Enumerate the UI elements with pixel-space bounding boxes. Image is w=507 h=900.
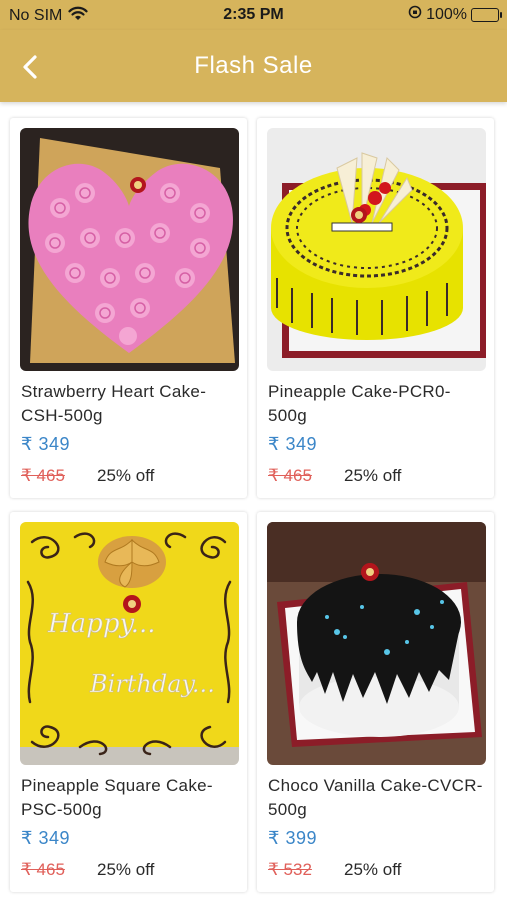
product-old-price: ₹ 465 (268, 466, 312, 485)
product-image[interactable] (267, 128, 486, 371)
product-price: ₹ 349 (268, 434, 317, 454)
product-price: ₹ 349 (21, 434, 70, 454)
product-old-price: ₹ 532 (268, 860, 312, 879)
battery-icon (471, 7, 502, 22)
product-card[interactable]: Choco Vanilla Cake-CVCR-500g ₹ 399 ₹ 532… (257, 512, 494, 892)
product-discount: 25% off (97, 466, 155, 485)
orientation-lock-icon (408, 5, 422, 24)
product-discount: 25% off (344, 466, 402, 485)
product-grid: Strawberry Heart Cake-CSH-500g ₹ 349 ₹ 4… (10, 118, 497, 892)
product-name[interactable]: Pineapple Cake-PCR0-500g (268, 380, 488, 428)
product-name[interactable]: Choco Vanilla Cake-CVCR-500g (268, 774, 488, 822)
product-image[interactable]: Happy... Birthday... (20, 522, 239, 765)
product-image[interactable] (20, 128, 239, 371)
product-discount: 25% off (97, 860, 155, 879)
product-name[interactable]: Strawberry Heart Cake-CSH-500g (21, 380, 241, 428)
product-old-price: ₹ 465 (21, 466, 65, 485)
svg-text:Happy...: Happy... (47, 609, 156, 639)
product-image[interactable] (267, 522, 486, 765)
product-price: ₹ 399 (268, 828, 317, 848)
product-price: ₹ 349 (21, 828, 70, 848)
page-title: Flash Sale (194, 52, 313, 79)
status-right: 100% (408, 5, 502, 24)
product-name[interactable]: Pineapple Square Cake-PSC-500g (21, 774, 241, 822)
product-card[interactable]: Strawberry Heart Cake-CSH-500g ₹ 349 ₹ 4… (10, 118, 247, 498)
battery-percent: 100% (426, 5, 467, 23)
status-bar: No SIM 2:35 PM 100% (0, 0, 507, 30)
product-card[interactable]: Happy... Birthday... Pineapple Square Ca… (10, 512, 247, 892)
product-discount: 25% off (344, 860, 402, 879)
product-card[interactable]: Pineapple Cake-PCR0-500g ₹ 349 ₹ 465 25%… (257, 118, 494, 498)
app-header: Flash Sale (0, 30, 507, 102)
svg-text:Birthday...: Birthday... (89, 670, 215, 698)
product-old-price: ₹ 465 (21, 860, 65, 879)
